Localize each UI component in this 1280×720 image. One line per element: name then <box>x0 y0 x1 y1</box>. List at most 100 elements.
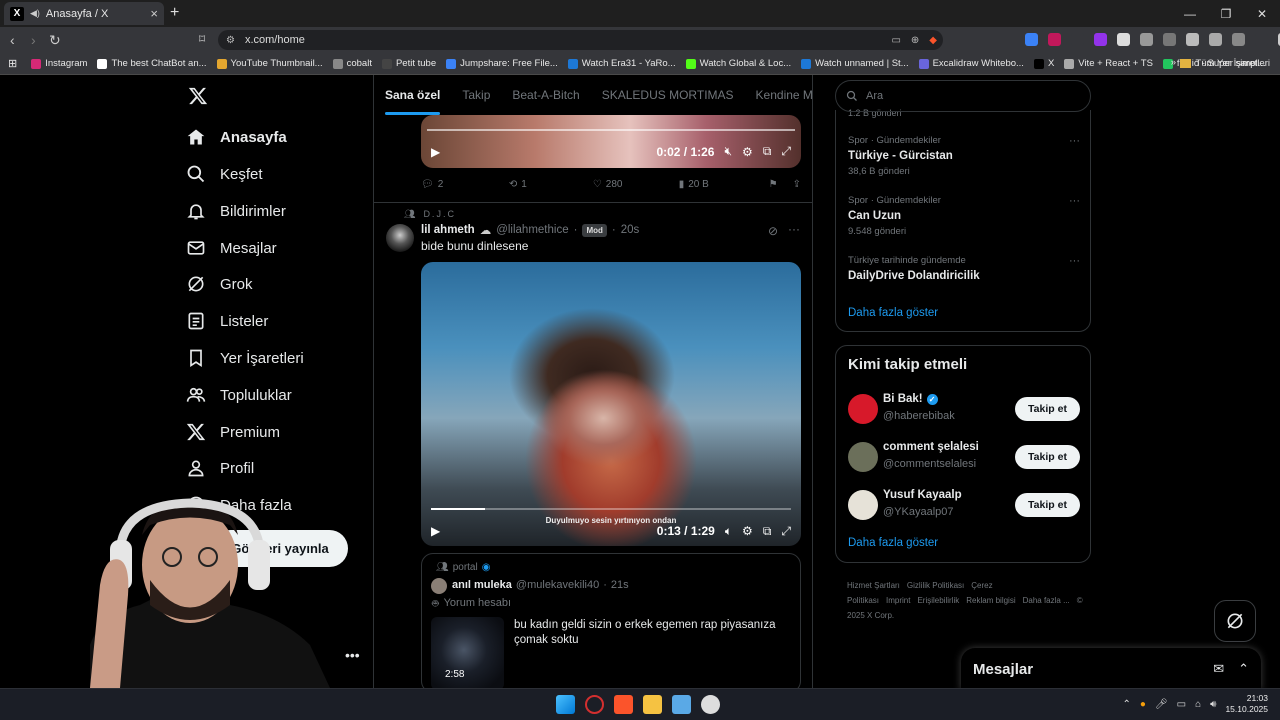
nav-item-search[interactable]: Keşfet <box>186 164 263 184</box>
follow-suggestion[interactable]: comment şelalesi @commentselalesi Takip et <box>848 439 1080 475</box>
feed-tab[interactable]: Sana özel <box>374 88 451 115</box>
video-progress[interactable] <box>427 129 795 131</box>
file-explorer-icon[interactable] <box>643 695 662 714</box>
volume-icon[interactable]: 🔈︎ <box>725 524 732 539</box>
brave-shield-icon[interactable]: ◆ <box>929 35 937 46</box>
extension-icon[interactable] <box>1071 33 1084 46</box>
post-time[interactable]: 20s <box>621 224 640 236</box>
fullscreen-icon[interactable]: ⤢ <box>781 144 791 159</box>
footer-link[interactable]: Gizlilik Politikası <box>907 581 964 590</box>
grok-explain-icon[interactable]: ⊘ <box>768 224 778 238</box>
trends-show-more[interactable]: Daha fazla göster <box>848 307 938 319</box>
share-button[interactable]: ⇪ <box>793 179 801 190</box>
quote-video-thumbnail[interactable]: 2:58 <box>431 617 504 688</box>
trend-more-icon[interactable]: ··· <box>1069 195 1080 207</box>
minimize-button[interactable]: — <box>1172 0 1208 27</box>
opera-icon[interactable] <box>585 695 604 714</box>
trend-item[interactable]: Spor · Gündemdekiler Türkiye - Gürcistan 3… <box>848 135 1080 177</box>
bookmark-page-icon[interactable]: ⌑ <box>199 32 205 46</box>
quote-avatar[interactable] <box>431 578 447 594</box>
bookmark-item[interactable]: Excalidraw Whitebo... <box>918 58 1024 69</box>
quote-community-name[interactable]: portal <box>453 562 478 573</box>
views-button[interactable]: ▮ 20 B <box>679 179 769 190</box>
nav-item-home[interactable]: Anasayfa <box>186 127 287 147</box>
settings-icon[interactable]: ⚙ <box>742 145 753 159</box>
feed-tab[interactable]: Takip <box>451 88 501 102</box>
network-icon[interactable]: ⌂ <box>1195 699 1201 710</box>
trend-more-icon[interactable]: ··· <box>1069 255 1080 267</box>
quote-author-handle[interactable]: @mulekavekili40 <box>516 579 599 591</box>
tray-app-icon[interactable]: ● <box>1140 699 1146 710</box>
new-message-icon[interactable]: ✉ <box>1213 661 1224 677</box>
bookmark-item[interactable]: Jumpshare: Free File... <box>446 58 558 69</box>
popout-icon[interactable]: ⧉ <box>763 144 772 159</box>
who-show-more[interactable]: Daha fazla göster <box>848 537 938 549</box>
avatar[interactable] <box>386 224 414 252</box>
nav-item-bookmark[interactable]: Yer İşaretleri <box>186 348 304 368</box>
play-icon[interactable]: ▶ <box>431 145 440 159</box>
reply-button[interactable]: 💬︎ 2 <box>421 179 509 190</box>
follow-button[interactable]: Takip et <box>1015 493 1080 517</box>
bookmark-item[interactable]: YouTube Thumbnail... <box>216 58 323 69</box>
tray-overflow-icon[interactable]: ⌃ <box>1123 699 1131 710</box>
nav-item-person[interactable]: Profil <box>186 458 254 478</box>
url-bar[interactable]: ⚙ x.com/home ▭ ⊕ ◆ <box>218 30 943 50</box>
post-video[interactable]: ▶ 0:02 / 1:26 🔇︎ ⚙ ⧉ ⤢ <box>421 115 801 168</box>
video-progress[interactable] <box>431 508 791 510</box>
all-bookmarks[interactable]: Tüm Yer İşaretleri <box>1179 58 1270 69</box>
nav-item-x-logo[interactable]: Premium <box>186 422 280 442</box>
browser-tab[interactable]: X ◀) Anasayfa / X × <box>4 2 164 25</box>
avatar[interactable] <box>848 490 878 520</box>
feed-tab[interactable]: Kendine Müz <box>745 88 812 102</box>
bookmark-item[interactable]: The best ChatBot an... <box>97 58 207 69</box>
search-box[interactable]: Ara <box>835 80 1091 112</box>
new-tab-button[interactable]: + <box>170 4 179 22</box>
site-info-icon[interactable]: ⚙ <box>226 35 235 46</box>
follow-button[interactable]: Takip et <box>1015 397 1080 421</box>
download-icon[interactable] <box>1209 33 1222 46</box>
expand-icon[interactable]: ⌃ <box>1238 661 1249 677</box>
author-handle[interactable]: @lilahmethice <box>496 224 568 236</box>
bookmark-item[interactable]: Watch Era31 - YaRo... <box>567 58 676 69</box>
repost-button[interactable]: ⟲ 1 <box>509 179 593 190</box>
obs-icon[interactable] <box>701 695 720 714</box>
bookmark-item[interactable]: X <box>1033 58 1054 69</box>
windows-start-icon[interactable] <box>556 695 575 714</box>
grok-button[interactable] <box>1214 600 1256 642</box>
profile-icon[interactable] <box>1232 33 1245 46</box>
nav-item-grok[interactable]: Grok <box>186 274 253 294</box>
footer-link[interactable]: Imprint <box>886 596 910 605</box>
feed-tab[interactable]: SKALEDUS MORTIMAS <box>591 88 745 102</box>
nav-item-list[interactable]: Listeler <box>186 311 268 331</box>
quote-time[interactable]: 21s <box>611 579 629 591</box>
bookmark-item[interactable]: Watch unnamed | St... <box>801 58 909 69</box>
speaker-icon[interactable]: ◀) <box>30 8 40 19</box>
extension-icon[interactable] <box>1140 33 1153 46</box>
footer-link[interactable]: Hizmet Şartları <box>847 581 900 590</box>
zoom-icon[interactable]: ⊕ <box>911 35 919 46</box>
forward-button[interactable]: › <box>31 32 36 48</box>
close-window-button[interactable]: ✕ <box>1244 0 1280 27</box>
fullscreen-icon[interactable]: ⤢ <box>781 524 791 539</box>
trend-item[interactable]: Spor · Gündemdekiler Can Uzun 9.548 gönder… <box>848 195 1080 237</box>
brave-icon[interactable] <box>614 695 633 714</box>
messages-drawer[interactable]: Mesajlar ✉ ⌃ <box>961 648 1261 690</box>
community-name[interactable]: D.J.C <box>423 209 456 220</box>
extension-icon[interactable] <box>1094 33 1107 46</box>
footer-link[interactable]: Reklam bilgisi <box>966 596 1015 605</box>
trend-more-icon[interactable]: ··· <box>1069 135 1080 147</box>
nav-item-people[interactable]: Topluluklar <box>186 385 292 405</box>
puzzle-icon[interactable] <box>1186 33 1199 46</box>
bookmark-item[interactable]: Watch Global & Loc... <box>685 58 791 69</box>
author-name[interactable]: lil ahmeth <box>421 224 475 236</box>
close-tab-icon[interactable]: × <box>150 6 158 21</box>
x-logo-icon[interactable] <box>188 86 208 106</box>
cast-icon[interactable]: ▭ <box>891 35 900 46</box>
settings-icon[interactable]: ⚙ <box>742 524 753 538</box>
follow-button[interactable]: Takip et <box>1015 445 1080 469</box>
clock[interactable]: 21:03 15.10.2025 <box>1225 693 1268 715</box>
popout-icon[interactable]: ⧉ <box>763 524 772 539</box>
bookmark-item[interactable]: cobalt <box>332 58 372 69</box>
mute-icon[interactable]: 🔇︎ <box>724 144 732 159</box>
restore-button[interactable]: ❐ <box>1208 0 1244 27</box>
